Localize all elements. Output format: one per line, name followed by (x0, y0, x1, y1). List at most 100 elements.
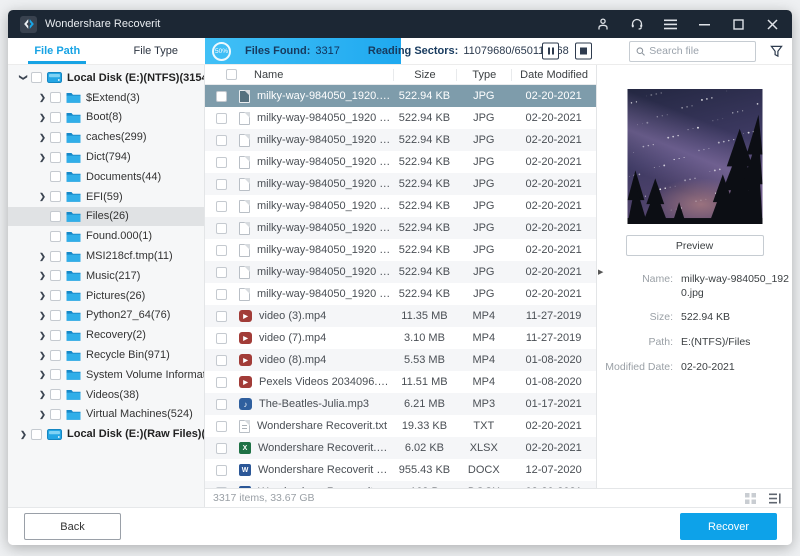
row-checkbox[interactable] (216, 266, 227, 278)
file-row[interactable]: milky-way-984050_1920.jpg 522.94 KB JPG … (205, 85, 596, 107)
chevron-icon[interactable]: ❯ (37, 311, 48, 320)
row-checkbox[interactable] (216, 156, 227, 168)
column-date-modified[interactable]: Date Modified (511, 68, 596, 81)
row-checkbox[interactable] (216, 420, 227, 432)
tree-checkbox[interactable] (31, 428, 42, 440)
chevron-icon[interactable]: ❯ (37, 252, 48, 261)
row-checkbox[interactable] (216, 200, 227, 212)
tree-item[interactable]: ❯ Boot(8) (8, 108, 204, 128)
close-icon[interactable] (765, 17, 780, 32)
row-checkbox[interactable] (216, 464, 227, 476)
tree-checkbox[interactable] (50, 349, 61, 361)
tree-checkbox[interactable] (50, 369, 61, 381)
tree-item[interactable]: ❯ Re (8, 325, 204, 345)
chevron-icon[interactable]: ❯ (37, 351, 48, 360)
chevron-icon[interactable]: ❯ (37, 331, 48, 340)
file-row[interactable]: milky-way-984050_1920 - Copy (4).jpg 522… (205, 173, 596, 195)
tree-item[interactable]: ❯ Python27_64(76) (8, 306, 204, 326)
tree-checkbox[interactable] (31, 72, 42, 84)
file-row[interactable]: milky-way-984050_1920 - Copy (7).jpg 522… (205, 239, 596, 261)
chevron-icon[interactable]: ❯ (37, 133, 48, 142)
tree-item[interactable]: ❯ Do (8, 167, 204, 187)
tree-item[interactable]: ❯ Lo (8, 68, 204, 88)
tab-file-path[interactable]: File Path (8, 38, 107, 64)
file-row[interactable]: milky-way-984050_1920 - Copy (8).jpg 522… (205, 261, 596, 283)
row-checkbox[interactable] (216, 222, 227, 234)
file-row[interactable]: ▶ video (3).mp4 11.35 MB MP4 11-27-2019 (205, 305, 596, 327)
file-row[interactable]: milky-way-984050_1920 - Copy.jpg 522.94 … (205, 107, 596, 129)
tree-item[interactable]: ❯ System Volume Informa (8, 365, 204, 385)
chevron-icon[interactable]: ❯ (18, 430, 29, 439)
chevron-icon[interactable]: ❯ (37, 93, 48, 102)
grid-view-icon[interactable] (745, 492, 756, 504)
tree-checkbox[interactable] (50, 171, 61, 183)
tree-item[interactable]: ❯ Fo (8, 226, 204, 246)
file-row[interactable]: milky-way-984050_1920 - Copy (3).jpg 522… (205, 151, 596, 173)
file-row[interactable]: ♪ The-Beatles-Julia.mp3 6.21 MB MP3 01-1… (205, 393, 596, 415)
preview-image[interactable] (627, 89, 763, 224)
panel-collapse-icon[interactable]: ▶ (598, 268, 603, 276)
row-checkbox[interactable] (216, 178, 227, 190)
column-type[interactable]: Type (456, 68, 511, 81)
select-all-checkbox[interactable] (226, 69, 237, 80)
file-row[interactable]: W Wondershare Recoverit Data Recovery ..… (205, 459, 596, 481)
chevron-icon[interactable]: ❯ (37, 370, 48, 379)
tree-item[interactable]: ❯ Vi (8, 405, 204, 425)
tree-item[interactable]: ❯ MSI218cf.tmp(11) (8, 246, 204, 266)
chevron-icon[interactable]: ❯ (37, 113, 48, 122)
tree-item[interactable]: ❯ caches(299) (8, 127, 204, 147)
list-view-icon[interactable] (769, 493, 782, 504)
menu-icon[interactable] (663, 17, 678, 32)
tree-item[interactable]: ❯ Fi (8, 206, 204, 227)
row-checkbox[interactable] (216, 310, 227, 322)
tree-checkbox[interactable] (50, 151, 61, 163)
tree-checkbox[interactable] (50, 408, 61, 420)
tree-checkbox[interactable] (50, 111, 61, 123)
file-row[interactable]: ▶ Pexels Videos 2034096.mp4 11.51 MB MP4… (205, 371, 596, 393)
back-button[interactable]: Back (24, 513, 121, 540)
account-icon[interactable] (595, 17, 610, 32)
tree-checkbox[interactable] (50, 329, 61, 341)
filter-icon[interactable] (770, 45, 783, 58)
support-headset-icon[interactable] (629, 17, 644, 32)
tree-checkbox[interactable] (50, 270, 61, 282)
file-row[interactable]: milky-way-984050_1920 - Copy (2).jpg 522… (205, 129, 596, 151)
tree-item[interactable]: ❯ Pictures(26) (8, 286, 204, 306)
chevron-icon[interactable]: ❯ (37, 271, 48, 280)
tree-checkbox[interactable] (50, 210, 61, 222)
tree-checkbox[interactable] (50, 230, 61, 242)
file-row[interactable]: ▶ video (8).mp4 5.53 MB MP4 01-08-2020 (205, 349, 596, 371)
file-row[interactable]: milky-way-984050_1920 - Copy (5).jpg 522… (205, 195, 596, 217)
row-checkbox[interactable] (216, 112, 227, 124)
tree-checkbox[interactable] (50, 389, 61, 401)
maximize-icon[interactable] (731, 17, 746, 32)
tree-checkbox[interactable] (50, 250, 61, 262)
tree-item[interactable]: ❯ Music(217) (8, 266, 204, 286)
chevron-icon[interactable]: ❯ (37, 291, 48, 300)
file-row[interactable]: milky-way-984050_1920 - Copy (9).jpg 522… (205, 283, 596, 305)
tree-checkbox[interactable] (50, 191, 61, 203)
minimize-icon[interactable] (697, 17, 712, 32)
file-row[interactable]: Wondershare Recoverit.txt 19.33 KB TXT 0… (205, 415, 596, 437)
tree-checkbox[interactable] (50, 131, 61, 143)
pause-button[interactable] (542, 42, 559, 60)
row-checkbox[interactable] (216, 90, 227, 102)
chevron-icon[interactable]: ❯ (37, 153, 48, 162)
file-row[interactable]: X Wondershare Recoverit.xlsx 6.02 KB XLS… (205, 437, 596, 459)
search-input[interactable] (649, 45, 755, 57)
preview-button[interactable]: Preview (625, 235, 764, 256)
row-checkbox[interactable] (216, 244, 227, 256)
row-checkbox[interactable] (216, 354, 227, 366)
column-name[interactable]: Name (254, 69, 283, 81)
tree-item[interactable]: ❯ $Extend(3) (8, 88, 204, 108)
chevron-icon[interactable]: ❯ (19, 72, 28, 83)
recover-button[interactable]: Recover (680, 513, 777, 540)
column-size[interactable]: Size (392, 68, 457, 81)
chevron-icon[interactable]: ❯ (37, 410, 48, 419)
row-checkbox[interactable] (216, 288, 227, 300)
chevron-icon[interactable]: ❯ (37, 192, 48, 201)
row-checkbox[interactable] (216, 332, 227, 344)
row-checkbox[interactable] (216, 442, 227, 454)
tree-checkbox[interactable] (50, 290, 61, 302)
stop-button[interactable] (575, 42, 592, 60)
